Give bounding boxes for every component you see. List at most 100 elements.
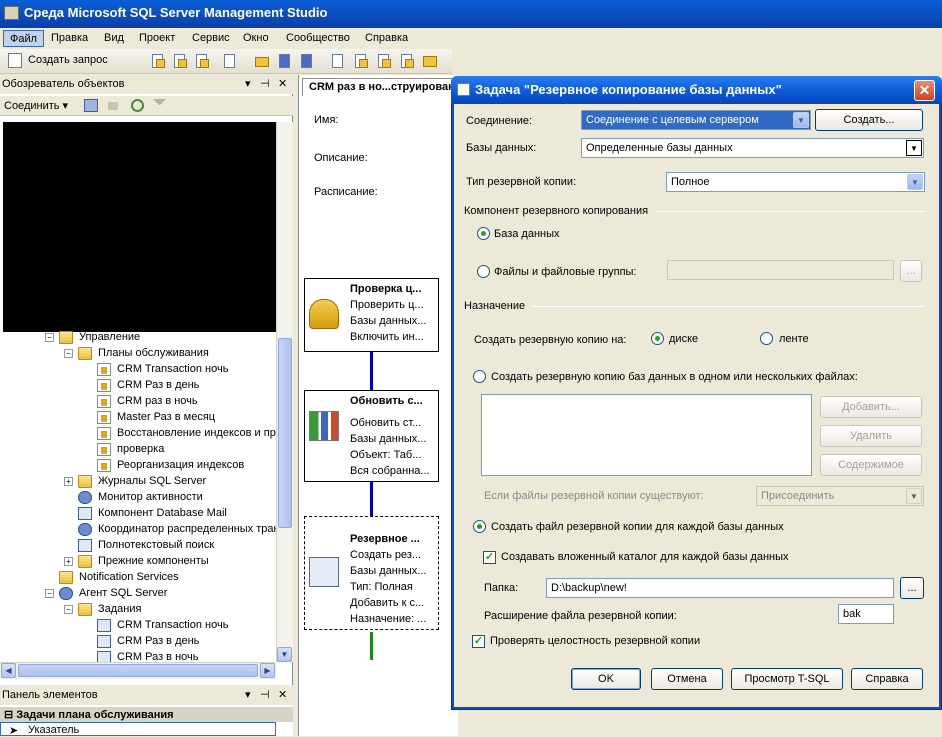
folder-browse-button[interactable]: ... [900, 577, 924, 599]
menu-view[interactable]: Вид [98, 30, 130, 47]
collapse-icon[interactable]: − [64, 605, 73, 614]
tree-node[interactable]: − Задания [0, 602, 276, 618]
tree-node[interactable]: CRM Transaction ночь [0, 618, 276, 634]
subdirectory-checkbox[interactable]: ✓ [483, 551, 496, 564]
radio-disk-label[interactable]: диске [669, 333, 698, 345]
radio-file-per-database[interactable] [473, 520, 486, 533]
dialog-close-button[interactable]: ✕ [914, 80, 935, 101]
connect-button[interactable]: Соединить ▾ [4, 99, 68, 112]
filter-icon[interactable] [153, 99, 166, 112]
help-button[interactable]: Справка [851, 668, 923, 690]
new-query-button[interactable]: Создать запрос [28, 54, 108, 66]
task-update-statistics[interactable]: Обновить с... Обновить ст... Базы данных… [304, 390, 439, 482]
contents-button[interactable]: Содержимое [820, 454, 922, 476]
subdirectory-checkbox-label[interactable]: Создавать вложенный каталог для каждой б… [501, 551, 789, 563]
tree-node[interactable]: Реорганизация индексов [0, 458, 276, 474]
save-all-icon[interactable] [299, 53, 315, 69]
collapse-icon[interactable]: − [64, 349, 73, 358]
menu-help[interactable]: Справка [359, 30, 414, 47]
tree-node[interactable]: Полнотекстовый поиск [0, 538, 276, 554]
menu-tools[interactable]: Сервис [186, 30, 236, 47]
tree-node[interactable]: + Журналы SQL Server [0, 474, 276, 490]
object-explorer-icon[interactable] [376, 53, 392, 69]
radio-tape[interactable] [760, 332, 773, 345]
tree-node[interactable]: CRM раз в ночь [0, 394, 276, 410]
radio-multiple-files-label[interactable]: Создать резервную копию баз данных в одн… [491, 371, 858, 383]
tree-vertical-scroll-thumb[interactable] [278, 338, 292, 528]
if-exists-select[interactable]: Присоединить ▼ [756, 486, 924, 506]
create-connection-button[interactable]: Создать... [815, 109, 923, 131]
menu-window[interactable]: Окно [237, 30, 275, 47]
radio-database[interactable] [477, 227, 490, 240]
tree-node[interactable]: Координатор распределенных транза [0, 522, 276, 538]
menu-project[interactable]: Проект [133, 30, 181, 47]
template-explorer-icon[interactable] [399, 53, 415, 69]
toolbox-close-icon[interactable]: ✕ [278, 688, 287, 701]
verify-integrity-label[interactable]: Проверять целостность резервной копии [490, 635, 700, 647]
backup-files-list[interactable] [481, 394, 812, 476]
tree-node[interactable]: + Прежние компоненты [0, 554, 276, 570]
radio-files-filegroups[interactable] [477, 265, 490, 278]
radio-multiple-files[interactable] [473, 370, 486, 383]
toolbox-icon[interactable] [422, 53, 438, 69]
mdx-query-icon[interactable] [150, 53, 166, 69]
radio-disk[interactable] [651, 332, 664, 345]
toolbox-pin-icon[interactable]: ⊣ [260, 688, 270, 701]
precedence-connector[interactable] [370, 482, 373, 516]
tree-node[interactable]: Master Раз в месяц [0, 410, 276, 426]
toolbox-item-pointer[interactable]: ➤ Указатель [0, 722, 276, 737]
tree-node[interactable]: Восстановление индексов и провер [0, 426, 276, 442]
menu-community[interactable]: Сообщество [280, 30, 356, 47]
cancel-button[interactable]: Отмена [651, 668, 723, 690]
folder-input[interactable]: D:\backup\new! [546, 578, 894, 598]
connection-select[interactable]: Соединение с целевым сервером ▼ [581, 110, 811, 130]
tree-node[interactable]: − Агент SQL Server [0, 586, 276, 602]
ok-button[interactable]: OK [571, 668, 641, 690]
save-icon[interactable] [277, 53, 293, 69]
task-check-integrity[interactable]: Проверка ц... Проверить ц... Базы данных… [304, 278, 439, 352]
tab-maintenance-plan-designer[interactable]: CRM раз в но...струирование [302, 78, 457, 96]
new-file-icon[interactable] [222, 53, 238, 69]
dropdown-icon[interactable]: ▾ [245, 77, 251, 90]
backup-type-select[interactable]: Полное ▼ [666, 172, 925, 192]
open-folder-icon[interactable] [254, 53, 270, 69]
tree-node[interactable]: CRM Раз в день [0, 378, 276, 394]
refresh-icon[interactable] [131, 99, 144, 112]
tree-node[interactable]: Компонент Database Mail [0, 506, 276, 522]
precedence-connector-success[interactable] [370, 632, 373, 660]
scroll-left-arrow-icon[interactable]: ◀ [1, 663, 16, 678]
expand-icon[interactable]: + [64, 557, 73, 566]
toolbox-dropdown-icon[interactable]: ▾ [245, 688, 251, 701]
tree-node[interactable]: проверка [0, 442, 276, 458]
pin-icon[interactable]: ⊣ [260, 77, 270, 90]
menu-edit[interactable]: Правка [45, 30, 94, 47]
disconnect-icon[interactable] [84, 99, 98, 112]
scroll-down-arrow-icon[interactable]: ▼ [277, 647, 292, 662]
tree-node[interactable]: − Управление [0, 330, 276, 346]
stop-icon[interactable] [108, 102, 118, 110]
tree-node[interactable]: CRM Раз в ночь [0, 650, 276, 662]
view-tsql-button[interactable]: Просмотр T-SQL [731, 668, 843, 690]
databases-select[interactable]: Определенные базы данных ▼ [581, 138, 924, 158]
dmx-query-icon[interactable] [172, 53, 188, 69]
close-icon[interactable]: ✕ [278, 77, 287, 90]
add-file-button[interactable]: Добавить... [820, 396, 922, 418]
properties-icon[interactable] [330, 53, 346, 69]
tree-node[interactable]: Notification Services [0, 570, 276, 586]
collapse-icon[interactable]: − [45, 589, 54, 598]
files-filegroups-field[interactable] [667, 260, 894, 280]
registered-servers-icon[interactable] [353, 53, 369, 69]
radio-tape-label[interactable]: ленте [779, 333, 809, 345]
collapse-icon[interactable]: − [45, 333, 54, 342]
tree-node[interactable]: CRM Раз в день [0, 634, 276, 650]
tree-node[interactable]: − Планы обслуживания [0, 346, 276, 362]
xmla-query-icon[interactable] [194, 53, 210, 69]
tree-horizontal-scroll-thumb[interactable] [18, 664, 258, 677]
verify-integrity-checkbox[interactable]: ✓ [472, 635, 485, 648]
remove-file-button[interactable]: Удалить [820, 425, 922, 447]
scroll-right-arrow-icon[interactable]: ▶ [260, 663, 275, 678]
files-browse-button[interactable]: ... [900, 260, 922, 282]
tree-node[interactable]: Монитор активности [0, 490, 276, 506]
expand-icon[interactable]: + [64, 477, 73, 486]
extension-input[interactable]: bak [838, 604, 894, 624]
